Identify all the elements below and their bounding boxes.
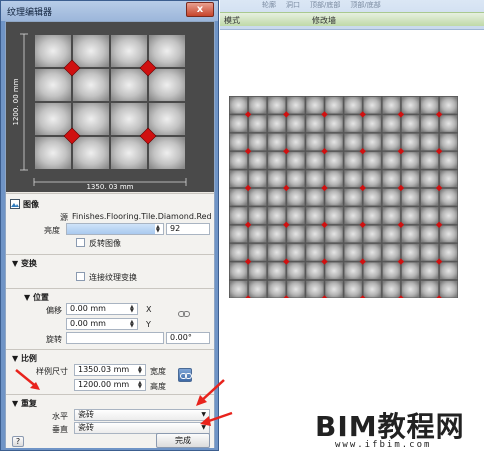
preview-height-dimension: 1200. 00 mm	[12, 78, 20, 125]
transform-section-header[interactable]: ▼ 变换	[12, 258, 37, 269]
help-button[interactable]: ?	[12, 436, 24, 447]
position-section-header[interactable]: ▼ 位置	[24, 292, 49, 303]
ribbon-top-row: 轮廓 洞口 顶部/底部 顶部/底部	[220, 0, 484, 11]
source-label: 源	[60, 213, 68, 222]
close-icon: x	[196, 4, 204, 15]
repeat-header-text: 重复	[20, 399, 37, 408]
dialog-title: 纹理编辑器	[7, 8, 53, 18]
sample-height-input[interactable]: 1200.00 mm ▲ ▼	[74, 379, 146, 391]
ribbon-item-opening[interactable]: 洞口	[286, 0, 300, 11]
dialog-titlebar[interactable]: 纹理编辑器 x	[1, 1, 218, 21]
link-texture-transform-label: 连接纹理变换	[89, 273, 137, 282]
brightness-slider[interactable]: ▲ ▼	[66, 223, 164, 235]
offset-y-spin-icon[interactable]: ▲ ▼	[130, 320, 136, 329]
horizontal-repeat-value: 瓷砖	[78, 410, 94, 419]
image-section-header: 图像	[23, 200, 39, 209]
transform-header-text: 变换	[20, 259, 37, 268]
image-section: 图像 源 Finishes.Flooring.Tile.Diamond.Red.…	[6, 193, 214, 261]
source-path[interactable]: Finishes.Flooring.Tile.Diamond.Red.pr	[72, 212, 212, 221]
annotation-arrow-repeat	[15, 369, 40, 390]
scale-section-header[interactable]: ▼ 比例	[12, 353, 37, 364]
done-button[interactable]: 完成	[156, 433, 210, 448]
sample-width-value: 1350.03 mm	[78, 365, 130, 374]
horizontal-label: 水平	[52, 412, 68, 421]
texture-preview: 1350. 03 mm 1200. 00 mm	[6, 22, 214, 192]
position-section: ▼ 位置 偏移 0.00 mm ▲ ▼ X 0.00 mm ▲ ▼ Y 旋转 0.00°	[6, 288, 214, 349]
invert-image-label: 反转图像	[89, 239, 121, 248]
watermark-title: BIM教程网	[315, 410, 465, 443]
ribbon-mode-label: 模式	[224, 16, 240, 25]
ribbon-item-profile[interactable]: 轮廓	[262, 0, 276, 11]
brightness-input[interactable]: 92	[166, 223, 210, 235]
link-texture-transform-checkbox[interactable]	[76, 272, 85, 281]
ribbon-context-row: 模式 修改墙	[220, 12, 484, 26]
watermark: BIM教程网 www.ifbim.com	[315, 405, 480, 453]
close-button[interactable]: x	[186, 2, 214, 17]
offset-y-value: 0.00 mm	[70, 319, 106, 328]
invert-image-checkbox[interactable]	[76, 238, 85, 247]
rotation-label: 旋转	[46, 335, 62, 344]
image-icon	[10, 199, 20, 209]
ribbon-modify-wall-label: 修改墙	[312, 16, 336, 25]
vertical-repeat-value: 瓷砖	[78, 423, 94, 432]
brightness-spin-icon[interactable]: ▲ ▼	[156, 225, 162, 234]
offset-y-input[interactable]: 0.00 mm ▲ ▼	[66, 318, 138, 330]
repeat-section-header[interactable]: ▼ 重复	[12, 398, 37, 409]
rotation-slider[interactable]	[66, 332, 164, 344]
ribbon-item-topbottom-2[interactable]: 顶部/底部	[350, 0, 380, 11]
transform-section: ▼ 变换 连接纹理变换	[6, 254, 214, 288]
offset-x-value: 0.00 mm	[70, 304, 106, 313]
preview-width-dimension: 1350. 03 mm	[86, 183, 133, 191]
annotation-arrow-horizontal	[196, 379, 225, 406]
ribbon-item-topbottom-1[interactable]: 顶部/底部	[310, 0, 340, 11]
width-label: 宽度	[150, 367, 166, 376]
y-axis-label: Y	[146, 320, 151, 329]
offset-x-spin-icon[interactable]: ▲ ▼	[130, 305, 136, 314]
scale-header-text: 比例	[20, 354, 37, 363]
link-chain-icon[interactable]	[178, 310, 190, 318]
horizontal-repeat-select[interactable]: 瓷砖 ▼	[74, 409, 210, 421]
sample-height-spin-icon[interactable]: ▲ ▼	[138, 381, 144, 390]
offset-x-input[interactable]: 0.00 mm ▲ ▼	[66, 303, 138, 315]
height-label: 高度	[150, 382, 166, 391]
vertical-label: 垂直	[52, 425, 68, 434]
sample-width-spin-icon[interactable]: ▲ ▼	[138, 366, 144, 375]
brightness-label: 亮度	[44, 226, 60, 235]
watermark-url: www.ifbim.com	[335, 440, 432, 450]
texture-sample-view	[229, 96, 458, 298]
sample-width-input[interactable]: 1350.03 mm ▲ ▼	[74, 364, 146, 376]
position-header-text: 位置	[32, 293, 49, 302]
annotation-arrow-vertical	[200, 411, 233, 426]
revit-ribbon: 轮廓 洞口 顶部/底部 顶部/底部 模式 修改墙	[220, 0, 484, 30]
x-axis-label: X	[146, 305, 152, 314]
rotation-input[interactable]: 0.00°	[166, 332, 210, 344]
repeat-section: ▼ 重复 水平 瓷砖 ▼ 垂直 瓷砖 ▼ ? 完成	[6, 394, 214, 448]
offset-label: 偏移	[46, 306, 62, 315]
sample-height-value: 1200.00 mm	[78, 380, 130, 389]
